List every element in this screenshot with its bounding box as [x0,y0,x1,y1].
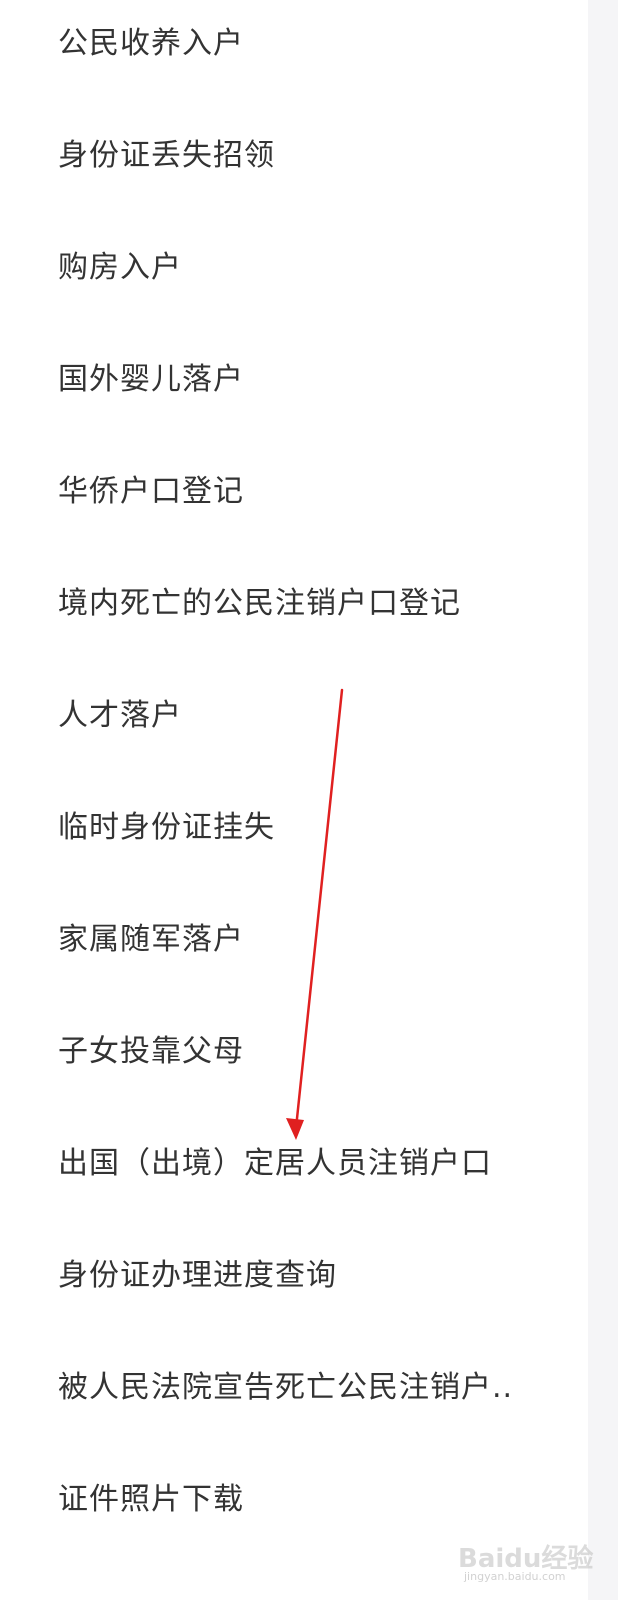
menu-item-label: 境内死亡的公民注销户口登记 [58,586,461,621]
menu-item-temp-id-loss[interactable]: 临时身份证挂失 [58,794,558,854]
right-scroll-strip [588,0,618,1600]
baidu-jingyan-watermark: Baidu经验 jingyan.baidu.com [458,1534,593,1586]
menu-item-label: 身份证办理进度查询 [58,1258,337,1293]
menu-item-foreign-infant[interactable]: 国外婴儿落户 [58,346,558,406]
menu-item-children-to-parents[interactable]: 子女投靠父母 [58,1018,558,1078]
menu-item-house-purchase[interactable]: 购房入户 [58,234,558,294]
menu-item-label: 子女投靠父母 [58,1034,244,1069]
menu-item-label: 国外婴儿落户 [58,362,244,397]
menu-item-id-lost-found[interactable]: 身份证丢失招领 [58,122,558,182]
menu-item-label: 临时身份证挂失 [58,810,275,845]
menu-item-label: 人才落户 [58,698,182,733]
menu-item-id-progress-query[interactable]: 身份证办理进度查询 [58,1242,558,1302]
menu-item-talent-settle[interactable]: 人才落户 [58,682,558,742]
menu-item-emigration-cancel[interactable]: 出国（出境）定居人员注销户口 [58,1130,558,1190]
menu-item-domestic-death-cancel[interactable]: 境内死亡的公民注销户口登记 [58,570,558,630]
menu-item-label: 公民收养入户 [58,26,244,61]
menu-item-adoption[interactable]: 公民收养入户 [58,10,558,70]
menu-item-label: 身份证丢失招领 [58,138,275,173]
menu-item-court-declared-death[interactable]: 被人民法院宣告死亡公民注销户.. [58,1354,558,1414]
menu-item-label: 购房入户 [58,250,182,285]
menu-item-label: 被人民法院宣告死亡公民注销户.. [58,1370,514,1405]
menu-item-photo-download[interactable]: 证件照片下载 [58,1466,558,1526]
menu-item-overseas-chinese[interactable]: 华侨户口登记 [58,458,558,518]
service-menu-list: 公民收养入户 身份证丢失招领 购房入户 国外婴儿落户 华侨户口登记 境内死亡的公… [0,0,588,1600]
watermark-url: jingyan.baidu.com [464,1570,566,1583]
menu-item-label: 华侨户口登记 [58,474,244,509]
menu-item-military-family[interactable]: 家属随军落户 [58,906,558,966]
menu-item-label: 证件照片下载 [58,1482,244,1517]
menu-item-label: 出国（出境）定居人员注销户口 [58,1146,492,1181]
menu-item-label: 家属随军落户 [58,922,244,957]
